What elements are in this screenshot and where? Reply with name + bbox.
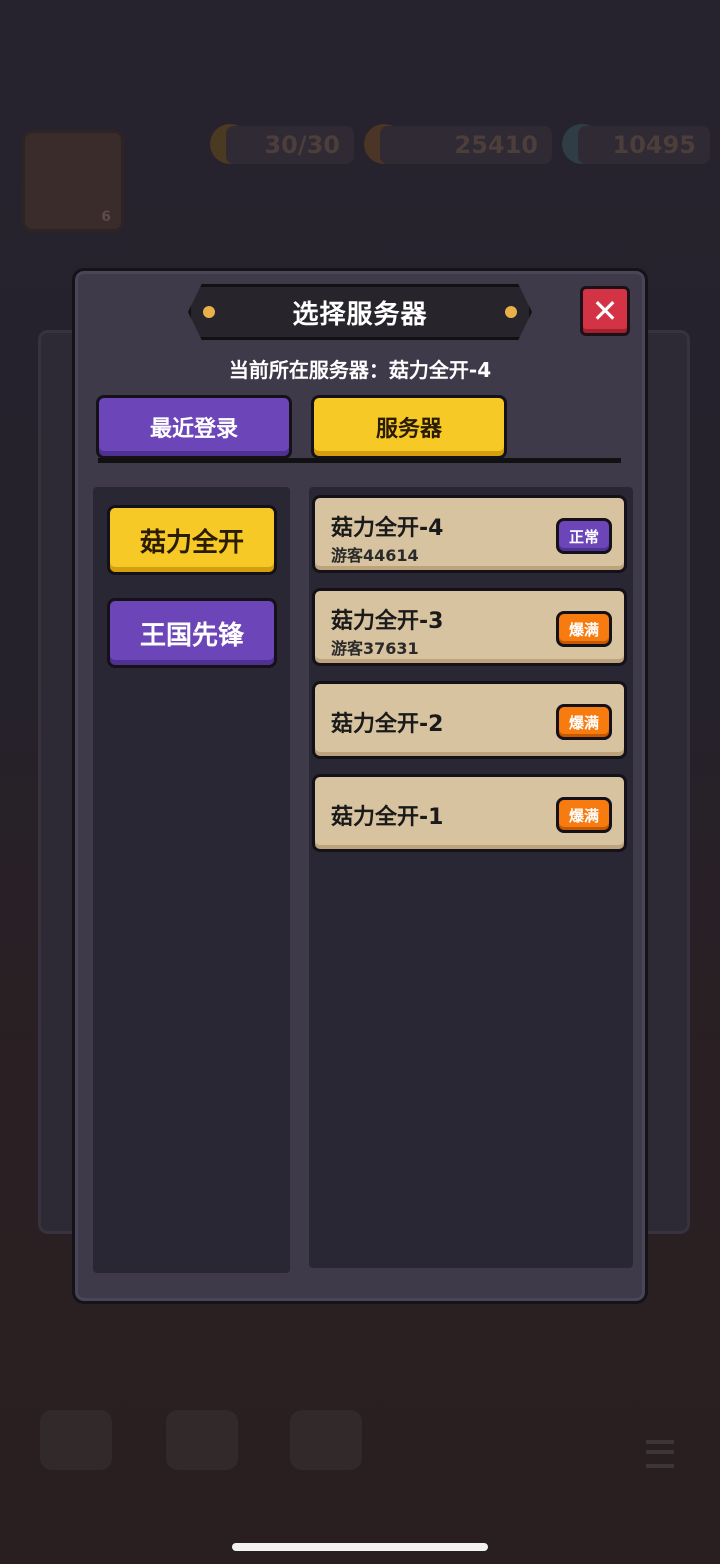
dialog-title-banner: 选择服务器 bbox=[188, 284, 532, 340]
banner-rivet-icon bbox=[505, 306, 517, 318]
banner-rivet-icon bbox=[203, 306, 215, 318]
close-icon: ✕ bbox=[591, 292, 619, 330]
server-name: 菇力全开-2 bbox=[331, 712, 444, 737]
energy-counter: 30/30 bbox=[226, 126, 354, 164]
server-user: 游客44614 bbox=[331, 546, 419, 565]
server-name: 菇力全开-4 bbox=[331, 516, 444, 541]
avatar-level: 6 bbox=[101, 209, 111, 225]
server-name: 菇力全开-1 bbox=[331, 805, 444, 830]
status-badge: 爆满 bbox=[556, 797, 612, 833]
current-server-label: 当前所在服务器：菇力全开-4 bbox=[228, 358, 492, 382]
server-user: 游客37631 bbox=[331, 639, 419, 658]
gem-counter: 10495 bbox=[578, 126, 710, 164]
server-item[interactable]: 菇力全开-4 游客44614 正常 bbox=[312, 495, 627, 573]
status-badge: 爆满 bbox=[556, 611, 612, 647]
server-name: 菇力全开-3 bbox=[331, 609, 444, 634]
server-item[interactable]: 菇力全开-1 爆满 bbox=[312, 774, 627, 852]
server-item[interactable]: 菇力全开-2 爆满 bbox=[312, 681, 627, 759]
server-item[interactable]: 菇力全开-3 游客37631 爆满 bbox=[312, 588, 627, 666]
dialog-title: 选择服务器 bbox=[292, 299, 428, 330]
nav-battle-icon bbox=[166, 1410, 238, 1470]
nav-shop-icon bbox=[40, 1410, 112, 1470]
tab-servers[interactable]: 服务器 bbox=[311, 395, 507, 459]
player-avatar: 6 bbox=[22, 130, 124, 232]
menu-icon bbox=[646, 1440, 674, 1468]
tab-recent-login[interactable]: 最近登录 bbox=[96, 395, 292, 459]
category-wangguoxianfeng[interactable]: 王国先锋 bbox=[107, 598, 277, 668]
tab-divider bbox=[98, 458, 621, 463]
status-badge: 爆满 bbox=[556, 704, 612, 740]
home-indicator[interactable] bbox=[232, 1543, 488, 1551]
coin-counter: 25410 bbox=[380, 126, 552, 164]
nav-cauldron-icon bbox=[290, 1410, 362, 1470]
category-guliquankai[interactable]: 菇力全开 bbox=[107, 505, 277, 575]
close-button[interactable]: ✕ bbox=[580, 286, 630, 336]
status-badge: 正常 bbox=[556, 518, 612, 554]
